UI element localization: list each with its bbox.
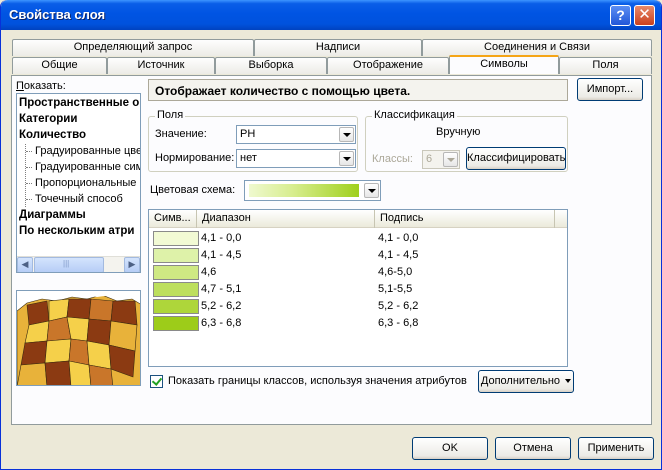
class-range[interactable]: 4,7 - 5,1 [201,283,241,295]
africa-map-preview [17,291,140,385]
tree-connector [26,167,32,168]
show-label: Показать: [16,80,66,92]
class-symbol-swatch[interactable] [153,316,199,331]
renderer-description: Отображает количество с помощью цвета. [148,79,568,101]
class-symbol-swatch[interactable] [153,299,199,314]
tab-source[interactable]: Источник [107,57,215,74]
tree-item-multiple-attributes[interactable]: По нескольким атри [19,225,134,237]
tab-joins-relates[interactable]: Соединения и Связи [422,39,652,56]
table-row[interactable]: 4,1 - 4,5 4,1 - 4,5 [149,247,567,264]
chevron-down-icon[interactable] [339,151,354,166]
class-symbol-swatch[interactable] [153,282,199,297]
scroll-thumb[interactable]: ||| [34,257,104,272]
value-field-select[interactable]: PH [236,125,356,144]
help-icon[interactable]: ? [610,5,631,26]
tab-symbology[interactable]: Символы [449,55,559,74]
tab-general[interactable]: Общие [12,57,107,74]
tab-labels[interactable]: Надписи [254,39,422,56]
class-symbol-swatch[interactable] [153,265,199,280]
class-label[interactable]: 4,1 - 0,0 [378,232,418,244]
table-row[interactable]: 4,6 4,6-5,0 [149,264,567,281]
tree-item-graduated-colors[interactable]: Градуированные цве [35,145,140,157]
import-button[interactable]: Импорт... [577,78,643,101]
chevron-down-icon[interactable] [364,183,379,198]
scroll-right-icon[interactable]: ▶ [124,257,140,272]
advanced-button[interactable]: Дополнительно [478,370,574,393]
tab-display[interactable]: Отображение [327,57,449,74]
renderer-preview-image [16,290,141,386]
layer-properties-window: Свойства слоя ? ✕ Определяющий запрос На… [0,0,662,470]
fields-group-title: Поля [155,109,186,121]
classification-group-title: Классификация [372,109,457,121]
tree-item-graduated-symbols[interactable]: Градуированные сим [35,161,140,173]
normalize-field-select[interactable]: нет [236,149,356,168]
apply-button[interactable]: Применить [578,437,654,460]
column-header-range[interactable]: Диапазон [197,210,375,228]
tab-definition-query[interactable]: Определяющий запрос [12,39,254,56]
class-breaks-table[interactable]: Симв... Диапазон Подпись 4,1 - 0,0 4,1 - … [148,209,568,367]
classification-group: Классификация Вручную Классы: 6 Классифи… [365,109,568,172]
table-row[interactable]: 4,1 - 0,0 4,1 - 0,0 [149,230,567,247]
tree-item-charts[interactable]: Диаграммы [19,209,86,221]
color-scheme-label: Цветовая схема: [150,184,236,196]
classify-button[interactable]: Классифицировать [466,147,566,170]
dialog-content: Определяющий запрос Надписи Соединения и… [4,30,658,466]
tab-fields[interactable]: Поля [559,57,652,74]
tree-connector [26,151,32,152]
class-symbol-swatch[interactable] [153,248,199,263]
class-label[interactable]: 4,1 - 4,5 [378,249,418,261]
tree-horizontal-scrollbar[interactable]: ◀ ||| ▶ [17,256,140,272]
renderer-tree[interactable]: Пространственные о Категории Количество … [16,93,141,273]
class-label[interactable]: 6,3 - 6,8 [378,317,418,329]
value-label: Значение: [155,128,207,140]
scroll-grip-icon: ||| [63,259,70,268]
tree-item-dot-density[interactable]: Точечный способ [35,193,123,205]
color-ramp-swatch [249,184,359,197]
color-ramp-select[interactable] [244,180,381,201]
class-range[interactable]: 4,1 - 4,5 [201,249,241,261]
tree-connector [26,183,32,184]
classes-count-select: 6 [422,150,460,169]
table-row[interactable]: 6,3 - 6,8 6,3 - 6,8 [149,315,567,332]
tree-item-categories[interactable]: Категории [19,113,77,125]
title-bar[interactable]: Свойства слоя ? ✕ [1,0,661,30]
classification-method: Вручную [436,126,481,138]
class-label[interactable]: 5,2 - 6,2 [378,300,418,312]
column-header-symbol[interactable]: Симв... [149,210,197,228]
tree-connector [25,144,26,207]
table-header: Симв... Диапазон Подпись [149,210,567,228]
class-range[interactable]: 6,3 - 6,8 [201,317,241,329]
column-header-label[interactable]: Подпись [375,210,555,228]
chevron-down-icon[interactable] [339,127,354,142]
class-range[interactable]: 4,1 - 0,0 [201,232,241,244]
symbology-panel: Показать: Пространственные о Категории К… [11,75,652,425]
tree-item-quantities[interactable]: Количество [19,129,86,141]
tab-selection[interactable]: Выборка [215,57,327,74]
tree-item-single-symbol[interactable]: Пространственные о [19,97,139,109]
show-class-bounds-label: Показать границы классов, используя знач… [168,375,467,387]
window-title: Свойства слоя [9,7,106,22]
class-symbol-swatch[interactable] [153,231,199,246]
chevron-down-icon [443,152,458,167]
show-class-bounds-checkbox[interactable] [150,375,163,388]
dropdown-arrow-icon [565,379,572,384]
normalize-label: Нормирование: [155,152,235,164]
cancel-button[interactable]: Отмена [495,437,571,460]
scroll-left-icon[interactable]: ◀ [17,257,33,272]
tree-item-proportional[interactable]: Пропорциональные [35,177,136,189]
fields-group: Поля Значение: PH Нормирование: нет [148,109,358,172]
class-label[interactable]: 5,1-5,5 [378,283,412,295]
class-label[interactable]: 4,6-5,0 [378,266,412,278]
class-range[interactable]: 4,6 [201,266,216,278]
ok-button[interactable]: OK [412,437,488,460]
table-row[interactable]: 4,7 - 5,1 5,1-5,5 [149,281,567,298]
tree-connector [26,199,32,200]
table-row[interactable]: 5,2 - 6,2 5,2 - 6,2 [149,298,567,315]
class-range[interactable]: 5,2 - 6,2 [201,300,241,312]
close-icon[interactable]: ✕ [634,5,655,26]
classes-label: Классы: [372,153,413,165]
